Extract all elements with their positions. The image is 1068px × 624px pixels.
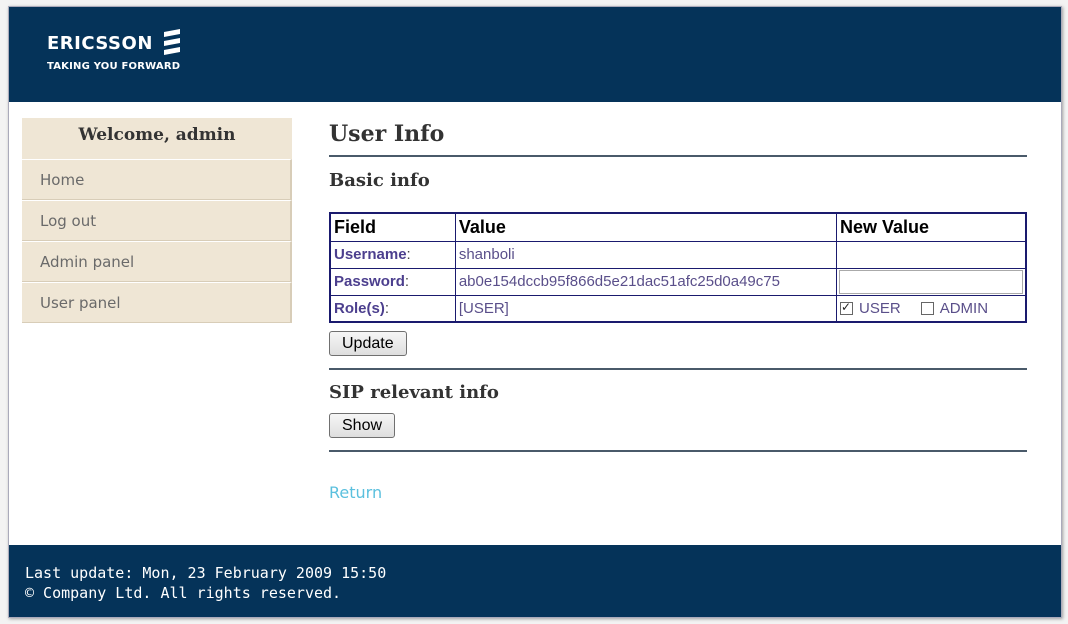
field-label: Role(s)	[334, 299, 385, 317]
divider	[329, 368, 1027, 370]
page-frame: ERICSSON TAKING YOU FORWARD Welcome, adm…	[8, 6, 1062, 618]
field-value: ab0e154dccb95f866d5e21dac51afc25d0a49c75	[454, 267, 838, 296]
column-header-field: Field	[329, 212, 456, 242]
sidebar-item-admin-panel[interactable]: Admin panel	[22, 241, 292, 282]
table-row: Role(s): [USER] USER ADMIN	[329, 294, 1027, 323]
sidebar-item-home[interactable]: Home	[22, 159, 292, 200]
last-update-text: Last update: Mon, 23 February 2009 15:50	[25, 564, 387, 582]
table-row: Username: shanboli	[329, 240, 1027, 269]
new-password-cell	[836, 267, 1027, 296]
page-title: User Info	[329, 121, 1027, 157]
header-banner: ERICSSON TAKING YOU FORWARD	[9, 7, 1061, 102]
new-username-cell	[836, 240, 1027, 269]
new-password-input[interactable]	[839, 269, 1023, 294]
user-role-checkbox[interactable]	[840, 300, 853, 315]
user-role-label: USER	[859, 299, 901, 317]
brand-tagline: TAKING YOU FORWARD	[47, 61, 181, 72]
ericsson-logo-mark-icon	[163, 29, 180, 55]
field-label-cell: Username:	[329, 240, 456, 269]
ericsson-logo[interactable]: ERICSSON TAKING YOU FORWARD	[47, 29, 183, 72]
update-button[interactable]: Update	[329, 331, 407, 356]
admin-role-label: ADMIN	[939, 299, 989, 317]
sidebar-item-log-out[interactable]: Log out	[22, 200, 292, 241]
admin-role-option: ADMIN	[920, 299, 989, 317]
field-value: shanboli	[454, 240, 838, 269]
field-label-cell: Password:	[329, 267, 456, 296]
field-label-cell: Role(s):	[329, 294, 456, 323]
field-value: [USER]	[454, 294, 838, 323]
basic-info-heading: Basic info	[329, 170, 430, 191]
sidebar: Welcome, admin Home Log out Admin panel …	[22, 118, 292, 323]
brand-name: ERICSSON	[47, 32, 153, 54]
copyright-text: © Company Ltd. All rights reserved.	[25, 584, 342, 602]
column-header-new-value: New Value	[836, 212, 1027, 242]
footer: Last update: Mon, 23 February 2009 15:50…	[9, 545, 1061, 617]
role-checkboxes-cell: USER ADMIN	[836, 294, 1027, 323]
field-label: Password	[334, 273, 405, 290]
sidebar-item-user-panel[interactable]: User panel	[22, 282, 292, 323]
table-header-row: Field Value New Value	[329, 212, 1027, 242]
sip-info-heading: SIP relevant info	[329, 382, 499, 403]
field-label: Username	[334, 246, 407, 263]
user-info-table: Field Value New Value Username: shanboli…	[329, 212, 1027, 323]
divider	[329, 450, 1027, 452]
admin-role-checkbox[interactable]	[920, 301, 934, 315]
welcome-heading: Welcome, admin	[22, 118, 292, 159]
show-button[interactable]: Show	[329, 413, 396, 438]
column-header-value: Value	[454, 212, 838, 242]
role-options: USER ADMIN	[840, 300, 1025, 317]
return-link[interactable]: Return	[329, 483, 1027, 502]
main-content: User Info Basic info Field Value New Val…	[329, 121, 1027, 502]
table-row: Password: ab0e154dccb95f866d5e21dac51afc…	[329, 267, 1027, 296]
